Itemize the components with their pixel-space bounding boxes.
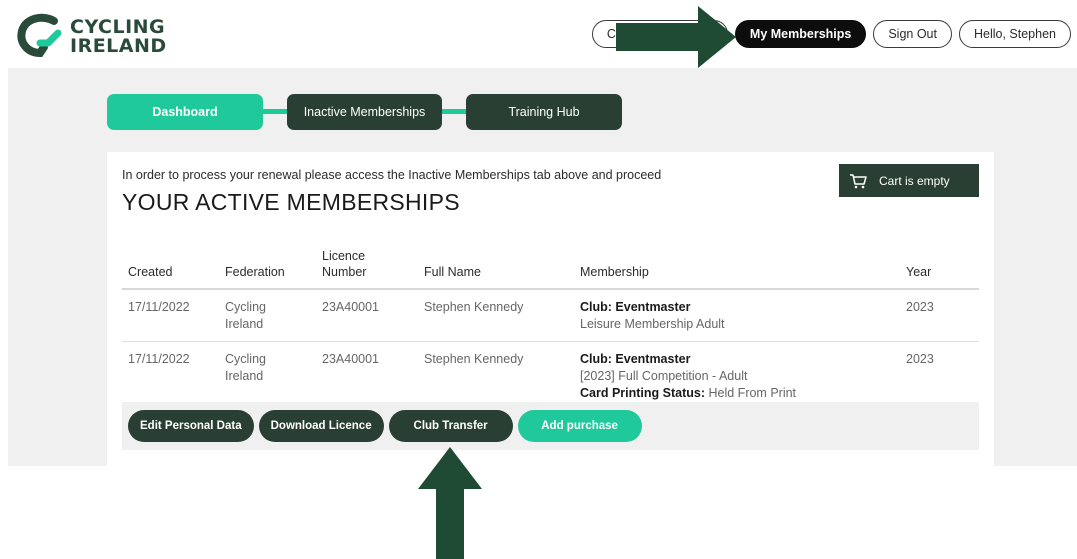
annotation-arrow-up-icon	[418, 447, 482, 559]
my-memberships-label: My Memberships	[749, 27, 852, 41]
cart-button[interactable]: Cart is empty	[839, 164, 979, 197]
renewal-notice: In order to process your renewal please …	[122, 168, 662, 182]
tab-dashboard[interactable]: Dashboard	[107, 94, 263, 130]
column-federation: Federation	[219, 248, 316, 290]
cell-licence: 23A40001	[316, 289, 418, 342]
logo-mark-icon	[17, 13, 62, 58]
sign-out-label: Sign Out	[888, 27, 937, 41]
cell-membership: Club: Eventmaster [2023] Full Competitio…	[574, 341, 900, 411]
user-greeting-label: Hello, Stephen	[973, 27, 1056, 41]
cell-year: 2023	[900, 289, 979, 342]
active-memberships-table: Created Federation Licence Number Full Na…	[122, 248, 979, 411]
tab-training-hub-label: Training Hub	[508, 105, 580, 119]
logo-text-line2: IRELAND	[70, 35, 167, 57]
edit-personal-data-button[interactable]: Edit Personal Data	[128, 410, 254, 442]
column-year: Year	[900, 248, 979, 290]
cell-membership: Club: Eventmaster Leisure Membership Adul…	[574, 289, 900, 342]
cart-label: Cart is empty	[879, 173, 950, 188]
tab-training-hub[interactable]: Training Hub	[466, 94, 622, 130]
cart-icon	[850, 173, 867, 188]
table-row: 17/11/2022 Cycling Ireland 23A40001 Steph…	[122, 289, 979, 342]
page-title: YOUR ACTIVE MEMBERSHIPS	[122, 189, 460, 215]
cell-full-name: Stephen Kennedy	[418, 289, 574, 342]
table-row: 17/11/2022 Cycling Ireland 23A40001 Steph…	[122, 341, 979, 411]
cell-full-name: Stephen Kennedy	[418, 341, 574, 411]
club-transfer-button[interactable]: Club Transfer	[388, 410, 513, 442]
cycling-ireland-logo[interactable]: CYCLING IRELAND	[14, 13, 167, 61]
sign-out-button[interactable]: Sign Out	[873, 20, 952, 48]
my-memberships-button[interactable]: My Memberships	[734, 20, 867, 48]
cell-licence: 23A40001	[316, 341, 418, 411]
column-membership: Membership	[574, 248, 900, 290]
membership-actions-bar: Edit Personal Data Download Licence Club…	[122, 402, 979, 450]
tab-inactive-memberships-label: Inactive Memberships	[303, 105, 426, 119]
user-greeting-button[interactable]: Hello, Stephen	[958, 20, 1071, 48]
annotation-arrow-right-icon	[616, 6, 736, 68]
column-created: Created	[122, 248, 219, 290]
column-full-name: Full Name	[418, 248, 574, 290]
cell-year: 2023	[900, 341, 979, 411]
download-licence-button[interactable]: Download Licence	[258, 410, 384, 442]
tab-dashboard-label: Dashboard	[152, 105, 218, 119]
cell-created: 17/11/2022	[122, 289, 219, 342]
cell-federation: Cycling Ireland	[219, 289, 316, 342]
logo-text: CYCLING IRELAND	[70, 18, 167, 56]
table-header-row: Created Federation Licence Number Full Na…	[122, 248, 979, 290]
cell-created: 17/11/2022	[122, 341, 219, 411]
tab-inactive-memberships[interactable]: Inactive Memberships	[287, 94, 442, 130]
add-purchase-button[interactable]: Add purchase	[517, 410, 642, 442]
column-licence-number: Licence Number	[316, 248, 418, 290]
cell-federation: Cycling Ireland	[219, 341, 316, 411]
memberships-card: In order to process your renewal please …	[107, 152, 994, 466]
